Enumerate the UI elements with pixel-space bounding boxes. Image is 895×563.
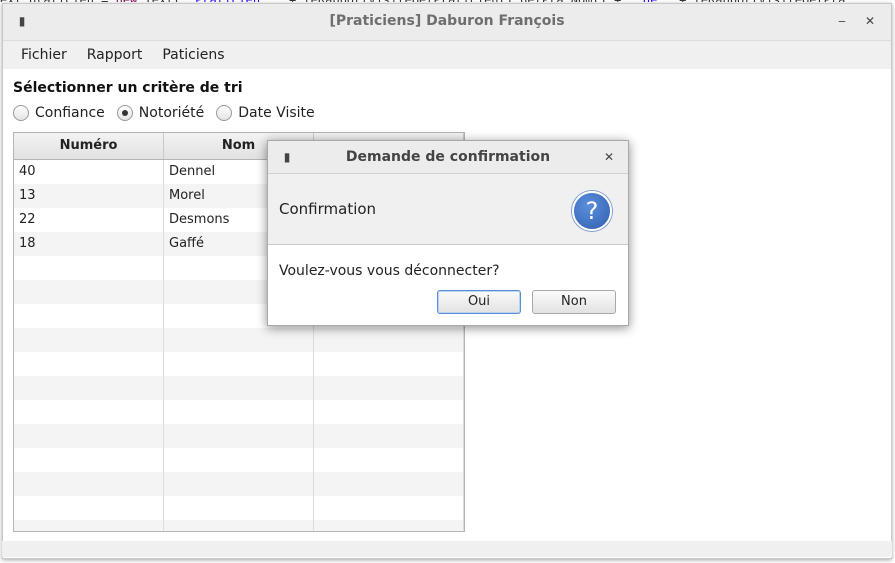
code-fragment: + leRapportVisiteGetPraticien().getPra_N… [282, 0, 629, 2]
table-cell [314, 328, 464, 352]
menu-bar: Fichier Rapport Paticiens [3, 41, 891, 70]
table-cell [14, 304, 164, 328]
code-fragment: " de " [629, 0, 672, 2]
table-cell [14, 472, 164, 496]
table-cell [14, 376, 164, 400]
background-code-editor: ext praticien = new Text( "Praticien: " … [0, 0, 895, 2]
menu-paticiens[interactable]: Paticiens [154, 47, 232, 63]
table-cell [164, 472, 314, 496]
code-fragment: Text( [137, 0, 188, 2]
code-fragment: ext praticien = [0, 0, 116, 2]
table-row[interactable] [14, 328, 464, 352]
table-cell [314, 376, 464, 400]
table-cell [164, 352, 314, 376]
column-header-numero[interactable]: Numéro [14, 133, 164, 159]
radio-label-confiance: Confiance [35, 105, 105, 121]
table-row[interactable] [14, 496, 464, 520]
title-bar: ▮ [Praticiens] Daburon François ‒ ✕ [3, 4, 891, 41]
menu-rapport[interactable]: Rapport [79, 47, 151, 63]
radio-button-date-visite[interactable] [216, 105, 233, 121]
table-cell [314, 448, 464, 472]
table-cell: 18 [14, 232, 164, 256]
window-bottom-strip [2, 541, 892, 557]
code-fragment: + leRapportVisiteGetPra [672, 0, 845, 2]
table-cell: 22 [14, 208, 164, 232]
table-cell [14, 448, 164, 472]
table-cell [164, 448, 314, 472]
table-row[interactable] [14, 520, 464, 531]
table-cell [164, 328, 314, 352]
close-icon[interactable]: ✕ [861, 12, 879, 30]
table-row[interactable] [14, 400, 464, 424]
menu-fichier[interactable]: Fichier [13, 47, 75, 63]
table-row[interactable] [14, 472, 464, 496]
radio-label-notoriete: Notoriété [138, 105, 205, 121]
dialog-close-icon[interactable]: ✕ [600, 148, 618, 166]
table-cell [164, 520, 314, 531]
radio-date-visite[interactable]: Date Visite [216, 105, 315, 121]
minimize-icon[interactable]: ‒ [833, 12, 851, 30]
table-cell [314, 472, 464, 496]
sort-radio-group: Confiance Notoriété Date Visite [13, 105, 327, 121]
table-cell [164, 496, 314, 520]
table-cell: 13 [14, 184, 164, 208]
table-cell [14, 424, 164, 448]
table-cell [14, 280, 164, 304]
dialog-header: Confirmation ? [268, 174, 628, 245]
table-cell [14, 520, 164, 531]
code-fragment: "Praticien: " [188, 0, 282, 2]
sort-criteria-title: Sélectionner un critère de tri [13, 80, 243, 96]
table-cell [314, 520, 464, 531]
non-button[interactable]: Non [532, 290, 616, 314]
radio-confiance[interactable]: Confiance [13, 105, 105, 121]
table-cell [14, 328, 164, 352]
table-cell [314, 352, 464, 376]
table-cell: 40 [14, 160, 164, 184]
table-cell [314, 400, 464, 424]
table-row[interactable] [14, 352, 464, 376]
table-cell [14, 352, 164, 376]
dialog-title: Demande de confirmation [345, 149, 551, 165]
oui-button[interactable]: Oui [437, 290, 521, 314]
table-cell [14, 400, 164, 424]
table-cell [14, 256, 164, 280]
radio-notoriete[interactable]: Notoriété [116, 105, 205, 121]
radio-label-date-visite: Date Visite [238, 105, 315, 121]
table-cell [14, 496, 164, 520]
table-cell [164, 400, 314, 424]
table-cell [164, 424, 314, 448]
table-cell [164, 376, 314, 400]
radio-button-confiance[interactable] [13, 105, 29, 121]
code-fragment: new [116, 0, 138, 2]
radio-button-notoriete[interactable] [116, 105, 133, 121]
table-row[interactable] [14, 448, 464, 472]
table-cell [314, 496, 464, 520]
table-cell [314, 424, 464, 448]
table-row[interactable] [14, 424, 464, 448]
dialog-header-text: Confirmation [279, 200, 377, 218]
question-icon: ? [572, 191, 612, 231]
table-row[interactable] [14, 376, 464, 400]
confirmation-dialog: ▮ Demande de confirmation ✕ Confirmation… [267, 140, 629, 326]
dialog-message: Voulez-vous vous déconnecter? [279, 263, 500, 279]
dialog-title-bar: ▮ Demande de confirmation ✕ [268, 141, 628, 174]
window-title: [Praticiens] Daburon François [329, 13, 565, 29]
